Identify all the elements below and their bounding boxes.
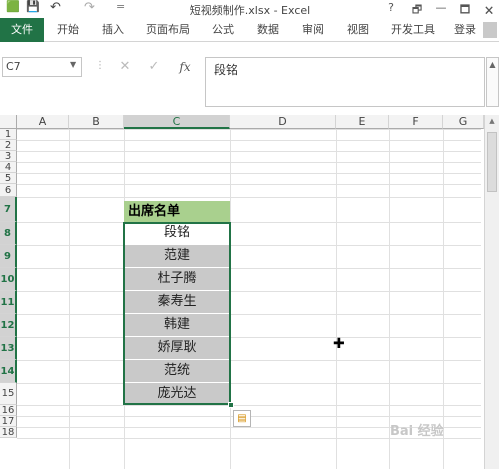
formula-input[interactable]: 段铭	[205, 57, 485, 107]
row-header-1[interactable]: 1	[0, 129, 17, 140]
column-header-f[interactable]: F	[389, 115, 443, 129]
minimize-button[interactable]: —	[432, 1, 450, 17]
undo-icon[interactable]: ↶	[50, 0, 61, 15]
tab-review[interactable]: 审阅	[302, 18, 324, 42]
excel-logo-icon: 🟩	[6, 0, 20, 13]
chevron-down-icon[interactable]: ▼	[70, 60, 76, 69]
row-header-13[interactable]: 13	[0, 337, 17, 360]
quick-analysis-icon[interactable]: ▤	[233, 410, 251, 427]
column-gridline	[443, 129, 444, 469]
enter-icon[interactable]: ✓	[145, 58, 163, 76]
sign-in-link[interactable]: 登录	[454, 18, 476, 42]
row-header-16[interactable]: 16	[0, 405, 17, 416]
column-gridline	[336, 129, 337, 469]
row-gridline	[17, 197, 481, 198]
ribbon-display-button[interactable]: 🗗	[408, 1, 426, 17]
user-avatar[interactable]	[483, 22, 497, 38]
row-gridline	[17, 383, 481, 384]
row-header-18[interactable]: 18	[0, 427, 17, 438]
row-gridline	[17, 405, 481, 406]
row-gridline	[17, 245, 481, 246]
tab-file[interactable]: 文件	[0, 18, 44, 42]
tab-home[interactable]: 开始	[57, 18, 79, 42]
row-gridline	[17, 173, 481, 174]
row-gridline	[17, 291, 481, 292]
row-header-10[interactable]: 10	[0, 268, 17, 291]
fill-handle[interactable]	[228, 402, 234, 408]
row-header-5[interactable]: 5	[0, 173, 17, 184]
column-gridline	[389, 129, 390, 469]
row-gridline	[17, 140, 481, 141]
row-gridline	[17, 162, 481, 163]
column-header-e[interactable]: E	[336, 115, 389, 129]
column-header-g[interactable]: G	[443, 115, 484, 129]
tab-insert[interactable]: 插入	[102, 18, 124, 42]
row-header-17[interactable]: 17	[0, 416, 17, 427]
column-header-a[interactable]: A	[17, 115, 69, 129]
row-gridline	[17, 360, 481, 361]
ribbon-collapsed-area	[0, 42, 499, 52]
tab-page-layout[interactable]: 页面布局	[146, 18, 190, 42]
row-header-4[interactable]: 4	[0, 162, 17, 173]
attendance-header-cell[interactable]: 出席名单	[124, 201, 230, 222]
formula-bar-expand-button[interactable]: ▲	[486, 57, 499, 107]
row-gridline	[17, 222, 481, 223]
row-header-7[interactable]: 7	[0, 197, 17, 222]
row-gridline	[17, 268, 481, 269]
window-title: 短视频制作.xlsx - Excel	[189, 4, 311, 17]
row-header-9[interactable]: 9	[0, 245, 17, 268]
column-header-d[interactable]: D	[230, 115, 336, 129]
row-header-15[interactable]: 15	[0, 383, 17, 405]
selection-range	[123, 222, 231, 405]
row-header-3[interactable]: 3	[0, 151, 17, 162]
row-header-2[interactable]: 2	[0, 140, 17, 151]
row-header-8[interactable]: 8	[0, 222, 17, 245]
row-gridline	[17, 314, 481, 315]
column-gridline	[69, 129, 70, 469]
row-header-6[interactable]: 6	[0, 184, 17, 197]
row-gridline	[17, 184, 481, 185]
watermark: Bai 经验	[390, 424, 444, 439]
tab-developer[interactable]: 开发工具	[391, 18, 435, 42]
cancel-icon[interactable]: ✕	[116, 58, 134, 76]
tab-view[interactable]: 视图	[347, 18, 369, 42]
row-header-12[interactable]: 12	[0, 314, 17, 337]
tab-formulas[interactable]: 公式	[212, 18, 234, 42]
help-button[interactable]: ?	[382, 1, 400, 17]
formula-bar-separator: ⋮	[95, 60, 105, 71]
row-gridline	[17, 129, 481, 130]
customize-toolbar-icon[interactable]: =	[116, 0, 125, 13]
row-gridline	[17, 337, 481, 338]
close-button[interactable]: 🗙	[480, 1, 498, 17]
row-gridline	[17, 151, 481, 152]
scrollbar-thumb[interactable]	[487, 132, 497, 192]
column-header-b[interactable]: B	[69, 115, 124, 129]
row-header-11[interactable]: 11	[0, 291, 17, 314]
redo-icon[interactable]: ↷	[84, 0, 95, 15]
maximize-button[interactable]: 🗖	[456, 1, 474, 17]
insert-function-icon[interactable]: fx	[176, 58, 194, 76]
cell-cursor-icon: ✚	[333, 336, 345, 352]
save-icon[interactable]: 💾	[26, 0, 40, 13]
scroll-up-icon[interactable]: ▲	[486, 117, 498, 129]
row-header-14[interactable]: 14	[0, 360, 17, 383]
select-all-corner[interactable]	[0, 115, 17, 129]
tab-data[interactable]: 数据	[257, 18, 279, 42]
column-header-c[interactable]: C	[124, 115, 230, 129]
